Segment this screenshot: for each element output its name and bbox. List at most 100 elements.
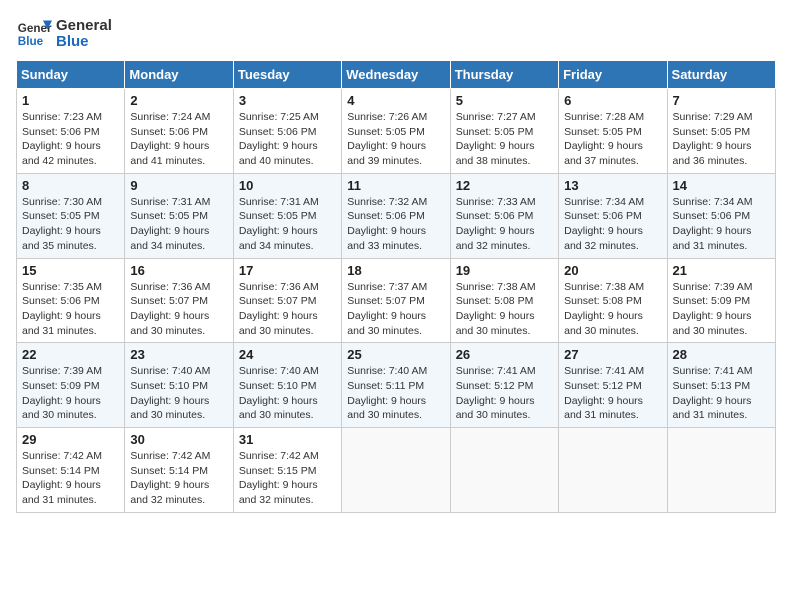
week-row-3: 15 Sunrise: 7:35 AM Sunset: 5:06 PM Dayl… [17, 258, 776, 343]
day-cell: 20 Sunrise: 7:38 AM Sunset: 5:08 PM Dayl… [559, 258, 667, 343]
day-cell: 31 Sunrise: 7:42 AM Sunset: 5:15 PM Dayl… [233, 428, 341, 513]
day-info: Sunrise: 7:39 AM Sunset: 5:09 PM Dayligh… [673, 280, 770, 339]
day-cell: 27 Sunrise: 7:41 AM Sunset: 5:12 PM Dayl… [559, 343, 667, 428]
day-number: 7 [673, 93, 770, 108]
day-info: Sunrise: 7:41 AM Sunset: 5:12 PM Dayligh… [564, 364, 661, 423]
day-info: Sunrise: 7:28 AM Sunset: 5:05 PM Dayligh… [564, 110, 661, 169]
day-cell: 2 Sunrise: 7:24 AM Sunset: 5:06 PM Dayli… [125, 89, 233, 174]
day-info: Sunrise: 7:34 AM Sunset: 5:06 PM Dayligh… [564, 195, 661, 254]
day-cell [667, 428, 775, 513]
header-cell-friday: Friday [559, 61, 667, 89]
day-info: Sunrise: 7:30 AM Sunset: 5:05 PM Dayligh… [22, 195, 119, 254]
day-number: 25 [347, 347, 444, 362]
day-number: 17 [239, 263, 336, 278]
day-cell: 17 Sunrise: 7:36 AM Sunset: 5:07 PM Dayl… [233, 258, 341, 343]
day-number: 9 [130, 178, 227, 193]
week-row-4: 22 Sunrise: 7:39 AM Sunset: 5:09 PM Dayl… [17, 343, 776, 428]
day-info: Sunrise: 7:34 AM Sunset: 5:06 PM Dayligh… [673, 195, 770, 254]
day-info: Sunrise: 7:42 AM Sunset: 5:14 PM Dayligh… [130, 449, 227, 508]
day-number: 27 [564, 347, 661, 362]
day-cell: 8 Sunrise: 7:30 AM Sunset: 5:05 PM Dayli… [17, 173, 125, 258]
day-number: 6 [564, 93, 661, 108]
day-info: Sunrise: 7:41 AM Sunset: 5:12 PM Dayligh… [456, 364, 553, 423]
day-cell [559, 428, 667, 513]
day-info: Sunrise: 7:33 AM Sunset: 5:06 PM Dayligh… [456, 195, 553, 254]
page-header: General Blue General Blue [16, 16, 776, 52]
week-row-1: 1 Sunrise: 7:23 AM Sunset: 5:06 PM Dayli… [17, 89, 776, 174]
day-cell: 16 Sunrise: 7:36 AM Sunset: 5:07 PM Dayl… [125, 258, 233, 343]
header-cell-thursday: Thursday [450, 61, 558, 89]
day-cell: 1 Sunrise: 7:23 AM Sunset: 5:06 PM Dayli… [17, 89, 125, 174]
day-number: 18 [347, 263, 444, 278]
day-cell: 24 Sunrise: 7:40 AM Sunset: 5:10 PM Dayl… [233, 343, 341, 428]
day-info: Sunrise: 7:42 AM Sunset: 5:14 PM Dayligh… [22, 449, 119, 508]
calendar-table: SundayMondayTuesdayWednesdayThursdayFrid… [16, 60, 776, 513]
logo-general: General [56, 18, 112, 35]
day-cell: 29 Sunrise: 7:42 AM Sunset: 5:14 PM Dayl… [17, 428, 125, 513]
day-cell: 25 Sunrise: 7:40 AM Sunset: 5:11 PM Dayl… [342, 343, 450, 428]
day-cell: 14 Sunrise: 7:34 AM Sunset: 5:06 PM Dayl… [667, 173, 775, 258]
header-cell-monday: Monday [125, 61, 233, 89]
day-number: 26 [456, 347, 553, 362]
day-number: 23 [130, 347, 227, 362]
day-cell: 23 Sunrise: 7:40 AM Sunset: 5:10 PM Dayl… [125, 343, 233, 428]
day-cell: 18 Sunrise: 7:37 AM Sunset: 5:07 PM Dayl… [342, 258, 450, 343]
header-cell-tuesday: Tuesday [233, 61, 341, 89]
day-number: 16 [130, 263, 227, 278]
day-cell: 13 Sunrise: 7:34 AM Sunset: 5:06 PM Dayl… [559, 173, 667, 258]
day-number: 13 [564, 178, 661, 193]
day-number: 22 [22, 347, 119, 362]
day-number: 30 [130, 432, 227, 447]
svg-text:Blue: Blue [18, 35, 44, 48]
day-cell: 30 Sunrise: 7:42 AM Sunset: 5:14 PM Dayl… [125, 428, 233, 513]
day-info: Sunrise: 7:40 AM Sunset: 5:10 PM Dayligh… [130, 364, 227, 423]
logo-icon: General Blue [16, 16, 52, 52]
day-number: 31 [239, 432, 336, 447]
day-cell: 21 Sunrise: 7:39 AM Sunset: 5:09 PM Dayl… [667, 258, 775, 343]
day-number: 2 [130, 93, 227, 108]
day-info: Sunrise: 7:23 AM Sunset: 5:06 PM Dayligh… [22, 110, 119, 169]
day-number: 21 [673, 263, 770, 278]
day-cell [450, 428, 558, 513]
day-number: 20 [564, 263, 661, 278]
day-number: 29 [22, 432, 119, 447]
day-info: Sunrise: 7:27 AM Sunset: 5:05 PM Dayligh… [456, 110, 553, 169]
day-cell [342, 428, 450, 513]
day-info: Sunrise: 7:37 AM Sunset: 5:07 PM Dayligh… [347, 280, 444, 339]
day-cell: 10 Sunrise: 7:31 AM Sunset: 5:05 PM Dayl… [233, 173, 341, 258]
logo-blue: Blue [56, 34, 112, 51]
day-cell: 9 Sunrise: 7:31 AM Sunset: 5:05 PM Dayli… [125, 173, 233, 258]
calendar-header: SundayMondayTuesdayWednesdayThursdayFrid… [17, 61, 776, 89]
day-number: 19 [456, 263, 553, 278]
day-info: Sunrise: 7:42 AM Sunset: 5:15 PM Dayligh… [239, 449, 336, 508]
day-cell: 15 Sunrise: 7:35 AM Sunset: 5:06 PM Dayl… [17, 258, 125, 343]
day-info: Sunrise: 7:41 AM Sunset: 5:13 PM Dayligh… [673, 364, 770, 423]
day-number: 24 [239, 347, 336, 362]
logo: General Blue General Blue [16, 16, 112, 52]
day-info: Sunrise: 7:35 AM Sunset: 5:06 PM Dayligh… [22, 280, 119, 339]
day-cell: 3 Sunrise: 7:25 AM Sunset: 5:06 PM Dayli… [233, 89, 341, 174]
header-cell-saturday: Saturday [667, 61, 775, 89]
day-info: Sunrise: 7:24 AM Sunset: 5:06 PM Dayligh… [130, 110, 227, 169]
day-cell: 26 Sunrise: 7:41 AM Sunset: 5:12 PM Dayl… [450, 343, 558, 428]
day-cell: 12 Sunrise: 7:33 AM Sunset: 5:06 PM Dayl… [450, 173, 558, 258]
day-number: 28 [673, 347, 770, 362]
day-number: 3 [239, 93, 336, 108]
day-info: Sunrise: 7:38 AM Sunset: 5:08 PM Dayligh… [456, 280, 553, 339]
week-row-5: 29 Sunrise: 7:42 AM Sunset: 5:14 PM Dayl… [17, 428, 776, 513]
day-info: Sunrise: 7:26 AM Sunset: 5:05 PM Dayligh… [347, 110, 444, 169]
day-number: 11 [347, 178, 444, 193]
day-cell: 7 Sunrise: 7:29 AM Sunset: 5:05 PM Dayli… [667, 89, 775, 174]
day-info: Sunrise: 7:39 AM Sunset: 5:09 PM Dayligh… [22, 364, 119, 423]
day-number: 12 [456, 178, 553, 193]
day-info: Sunrise: 7:40 AM Sunset: 5:10 PM Dayligh… [239, 364, 336, 423]
day-cell: 5 Sunrise: 7:27 AM Sunset: 5:05 PM Dayli… [450, 89, 558, 174]
header-row: SundayMondayTuesdayWednesdayThursdayFrid… [17, 61, 776, 89]
day-number: 15 [22, 263, 119, 278]
day-cell: 4 Sunrise: 7:26 AM Sunset: 5:05 PM Dayli… [342, 89, 450, 174]
day-cell: 28 Sunrise: 7:41 AM Sunset: 5:13 PM Dayl… [667, 343, 775, 428]
day-info: Sunrise: 7:29 AM Sunset: 5:05 PM Dayligh… [673, 110, 770, 169]
day-cell: 22 Sunrise: 7:39 AM Sunset: 5:09 PM Dayl… [17, 343, 125, 428]
header-cell-sunday: Sunday [17, 61, 125, 89]
calendar-body: 1 Sunrise: 7:23 AM Sunset: 5:06 PM Dayli… [17, 89, 776, 513]
